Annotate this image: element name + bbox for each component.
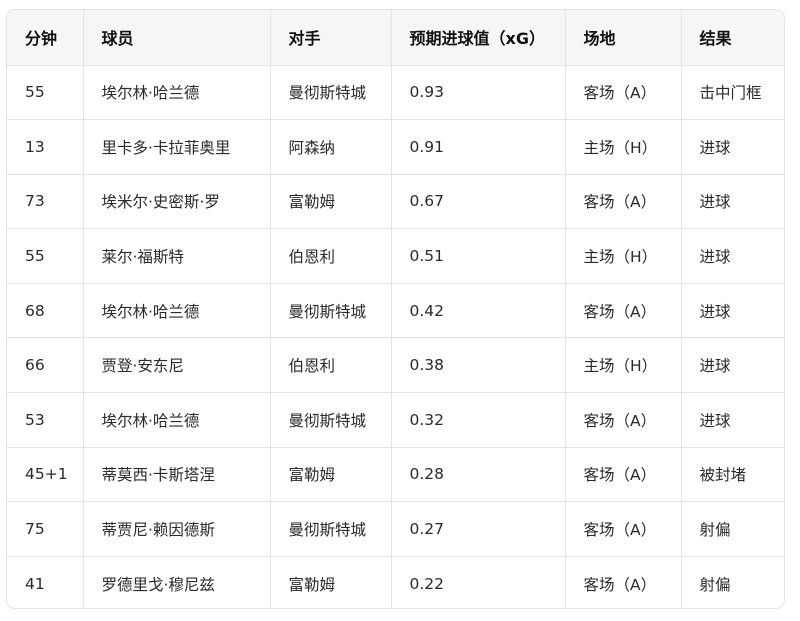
- shots-table-container: 分钟 球员 对手 预期进球值（xG） 场地 结果 55 埃尔林·哈兰德 曼彻斯特城 0…: [6, 9, 785, 609]
- table-row: 75 蒂贾尼·赖因德斯 曼彻斯特城 0.27 客场（A） 射偏: [7, 501, 784, 557]
- cell-result: 进球: [681, 392, 784, 448]
- cell-player: 莱尔·福斯特: [83, 228, 271, 284]
- table-row: 55 埃尔林·哈兰德 曼彻斯特城 0.93 客场（A） 击中门框: [7, 65, 784, 121]
- cell-venue: 客场（A）: [565, 174, 682, 230]
- cell-minute: 55: [7, 65, 84, 121]
- cell-player: 埃尔林·哈兰德: [83, 283, 271, 339]
- table-row: 41 罗德里戈·穆尼兹 富勒姆 0.22 客场（A） 射偏: [7, 556, 784, 608]
- cell-minute: 66: [7, 337, 84, 394]
- cell-opponent: 富勒姆: [270, 556, 392, 608]
- cell-player: 蒂莫西·卡斯塔涅: [83, 447, 271, 503]
- cell-opponent: 阿森纳: [270, 119, 392, 175]
- table-row: 13 里卡多·卡拉菲奥里 阿森纳 0.91 主场（H） 进球: [7, 119, 784, 175]
- cell-minute: 53: [7, 392, 84, 448]
- header-result: 结果: [681, 10, 784, 66]
- cell-result: 被封堵: [681, 447, 784, 503]
- cell-xg: 0.27: [391, 501, 566, 557]
- cell-venue: 客场（A）: [565, 556, 682, 608]
- cell-opponent: 曼彻斯特城: [270, 65, 392, 121]
- header-opponent: 对手: [270, 10, 392, 66]
- cell-venue: 客场（A）: [565, 283, 682, 339]
- cell-minute: 13: [7, 119, 84, 175]
- cell-opponent: 曼彻斯特城: [270, 392, 392, 448]
- cell-result: 射偏: [681, 501, 784, 557]
- header-xg: 预期进球值（xG）: [391, 10, 566, 66]
- cell-result: 进球: [681, 283, 784, 339]
- cell-xg: 0.22: [391, 556, 566, 608]
- cell-minute: 75: [7, 501, 84, 557]
- cell-xg: 0.28: [391, 447, 566, 503]
- cell-minute: 41: [7, 556, 84, 608]
- cell-opponent: 伯恩利: [270, 228, 392, 284]
- cell-xg: 0.67: [391, 174, 566, 230]
- cell-minute: 73: [7, 174, 84, 230]
- cell-player: 埃尔林·哈兰德: [83, 65, 271, 121]
- header-minute: 分钟: [7, 10, 84, 66]
- cell-xg: 0.32: [391, 392, 566, 448]
- cell-result: 击中门框: [681, 65, 784, 121]
- cell-venue: 客场（A）: [565, 447, 682, 503]
- cell-minute: 45+1: [7, 447, 84, 503]
- cell-result: 进球: [681, 337, 784, 394]
- cell-minute: 68: [7, 283, 84, 339]
- cell-player: 蒂贾尼·赖因德斯: [83, 501, 271, 557]
- cell-result: 进球: [681, 228, 784, 284]
- cell-minute: 55: [7, 228, 84, 284]
- table-row: 55 莱尔·福斯特 伯恩利 0.51 主场（H） 进球: [7, 228, 784, 284]
- cell-venue: 客场（A）: [565, 501, 682, 557]
- cell-player: 罗德里戈·穆尼兹: [83, 556, 271, 608]
- cell-opponent: 曼彻斯特城: [270, 283, 392, 339]
- cell-result: 进球: [681, 119, 784, 175]
- cell-xg: 0.91: [391, 119, 566, 175]
- table-row: 66 贾登·安东尼 伯恩利 0.38 主场（H） 进球: [7, 337, 784, 394]
- cell-result: 射偏: [699, 575, 731, 594]
- cell-opponent: 富勒姆: [270, 174, 392, 230]
- cell-result: 进球: [681, 174, 784, 230]
- cell-player: 里卡多·卡拉菲奥里: [83, 119, 271, 175]
- cell-venue: 客场（A）: [565, 392, 682, 448]
- header-player: 球员: [83, 10, 271, 66]
- table-row: 68 埃尔林·哈兰德 曼彻斯特城 0.42 客场（A） 进球: [7, 283, 784, 339]
- cell-player: 埃尔林·哈兰德: [83, 392, 271, 448]
- cell-opponent: 伯恩利: [270, 337, 392, 394]
- cell-venue: 客场（A）: [565, 65, 682, 121]
- cell-venue: 主场（H）: [565, 119, 682, 175]
- cell-xg: 0.38: [391, 337, 566, 394]
- shots-table: 分钟 球员 对手 预期进球值（xG） 场地 结果 55 埃尔林·哈兰德 曼彻斯特城 0…: [7, 10, 784, 608]
- cell-xg: 0.51: [391, 228, 566, 284]
- table-header-row: 分钟 球员 对手 预期进球值（xG） 场地 结果: [7, 10, 784, 66]
- cell-opponent: 曼彻斯特城: [270, 501, 392, 557]
- cell-player: 贾登·安东尼: [83, 337, 271, 394]
- cell-xg: 0.42: [391, 283, 566, 339]
- table-row: 73 埃米尔·史密斯·罗 富勒姆 0.67 客场（A） 进球: [7, 174, 784, 230]
- header-venue: 场地: [565, 10, 682, 66]
- table-row: 45+1 蒂莫西·卡斯塔涅 富勒姆 0.28 客场（A） 被封堵: [7, 447, 784, 503]
- cell-xg: 0.93: [391, 65, 566, 121]
- cell-player: 埃米尔·史密斯·罗: [83, 174, 271, 230]
- cell-venue: 主场（H）: [565, 337, 682, 394]
- cell-opponent: 富勒姆: [270, 447, 392, 503]
- cell-venue: 主场（H）: [565, 228, 682, 284]
- table-row: 53 埃尔林·哈兰德 曼彻斯特城 0.32 客场（A） 进球: [7, 392, 784, 448]
